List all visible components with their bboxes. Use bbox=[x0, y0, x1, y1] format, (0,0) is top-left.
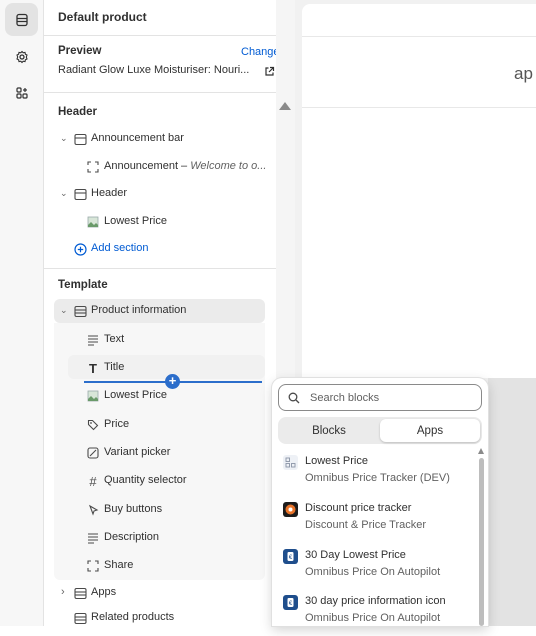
sections-rail-button[interactable] bbox=[5, 3, 38, 36]
text-lines-icon bbox=[86, 531, 100, 545]
gear-icon bbox=[15, 50, 28, 63]
chevron-right-icon[interactable]: › bbox=[61, 586, 65, 598]
app-block-item[interactable]: Lowest Price Omnibus Price Tracker (DEV) bbox=[272, 450, 477, 496]
change-preview-link[interactable]: Change bbox=[241, 46, 280, 58]
app-block-item[interactable]: Discount price tracker Discount & Price … bbox=[272, 497, 477, 543]
announcement-detail: Welcome to o... bbox=[190, 160, 267, 172]
divider bbox=[44, 268, 276, 269]
divider bbox=[302, 36, 536, 37]
section-icon bbox=[73, 586, 87, 600]
icon-rail bbox=[0, 0, 44, 626]
divider bbox=[302, 107, 536, 108]
cursor-click-icon bbox=[86, 503, 100, 517]
block-title[interactable]: Title bbox=[104, 361, 124, 373]
grid-app-icon bbox=[283, 455, 298, 470]
autopilot-app-icon: € bbox=[283, 549, 298, 564]
section-icon bbox=[73, 304, 87, 318]
preview-product-name: Radiant Glow Luxe Moisturiser: Nouri... bbox=[58, 64, 250, 76]
settings-rail-button[interactable] bbox=[5, 40, 38, 73]
scroll-up-arrow-icon[interactable] bbox=[279, 102, 291, 110]
sections-icon bbox=[15, 13, 28, 26]
scroll-up-arrow-icon[interactable] bbox=[478, 448, 484, 454]
insert-block-plus-icon[interactable]: + bbox=[165, 374, 180, 389]
section-icon bbox=[73, 132, 87, 146]
chevron-down-icon[interactable]: ⌄ bbox=[60, 188, 68, 199]
block-buy-buttons[interactable]: Buy buttons bbox=[104, 503, 162, 515]
template-group-title: Template bbox=[58, 279, 108, 291]
preview-frame: ap bbox=[302, 4, 536, 378]
block-description[interactable]: Description bbox=[104, 531, 159, 543]
app-block-source: Discount & Price Tracker bbox=[305, 519, 427, 531]
tab-blocks[interactable]: Blocks bbox=[280, 419, 378, 442]
external-link-icon[interactable] bbox=[262, 64, 276, 78]
block-quantity-selector[interactable]: Quantity selector bbox=[104, 474, 187, 486]
search-placeholder: Search blocks bbox=[310, 392, 380, 404]
section-announcement-bar[interactable]: Announcement bar bbox=[91, 132, 184, 144]
section-product-information[interactable]: Product information bbox=[91, 304, 186, 316]
app-block-item[interactable]: € 30 day price information icon Omnibus … bbox=[272, 590, 477, 636]
section-header[interactable]: Header bbox=[91, 187, 127, 199]
preview-label: Preview bbox=[58, 45, 102, 57]
announcement-name: Announcement bbox=[104, 160, 178, 172]
app-block-name: Discount price tracker bbox=[305, 502, 412, 514]
divider bbox=[44, 35, 276, 36]
text-lines-icon bbox=[86, 333, 100, 347]
autopilot-app-icon: € bbox=[283, 595, 298, 610]
image-icon bbox=[86, 389, 100, 403]
image-icon bbox=[86, 215, 100, 229]
section-icon bbox=[73, 611, 87, 625]
block-share[interactable]: Share bbox=[104, 559, 133, 571]
block-tabs: Blocks Apps bbox=[278, 417, 482, 444]
section-apps[interactable]: Apps bbox=[91, 586, 116, 598]
app-block-source: Omnibus Price On Autopilot bbox=[305, 566, 441, 578]
block-icon bbox=[86, 559, 100, 573]
app-block-name: 30 Day Lowest Price bbox=[305, 549, 406, 561]
title-icon: T bbox=[89, 360, 97, 376]
divider bbox=[44, 92, 276, 93]
price-tag-icon bbox=[86, 418, 100, 432]
preview-placeholder bbox=[488, 378, 536, 626]
search-icon bbox=[288, 392, 300, 404]
header-group-title: Header bbox=[58, 106, 97, 118]
chevron-down-icon[interactable]: ⌄ bbox=[60, 305, 68, 316]
chevron-down-icon[interactable]: ⌄ bbox=[60, 133, 68, 144]
block-picker-popover: Search blocks Blocks Apps Lowest Price O… bbox=[272, 378, 488, 626]
block-header-lowest-price[interactable]: Lowest Price bbox=[104, 215, 167, 227]
preview-text: ap bbox=[514, 64, 533, 83]
tab-apps[interactable]: Apps bbox=[380, 419, 480, 442]
block-lowest-price[interactable]: Lowest Price bbox=[104, 389, 167, 401]
app-block-source: Omnibus Price On Autopilot bbox=[305, 612, 441, 624]
block-announcement[interactable]: Announcement – Welcome to o... bbox=[104, 160, 266, 172]
page-title: Default product bbox=[58, 10, 147, 24]
block-text[interactable]: Text bbox=[104, 333, 124, 345]
block-price[interactable]: Price bbox=[104, 418, 129, 430]
variant-picker-icon bbox=[86, 446, 100, 460]
app-block-name: 30 day price information icon bbox=[305, 595, 446, 607]
discount-tracker-app-icon bbox=[283, 502, 298, 517]
section-related-products[interactable]: Related products bbox=[91, 611, 174, 623]
popup-scrollbar[interactable] bbox=[478, 446, 485, 626]
hash-icon: # bbox=[89, 473, 97, 489]
block-variant-picker[interactable]: Variant picker bbox=[104, 446, 170, 458]
app-block-item[interactable]: € 30 Day Lowest Price Omnibus Price On A… bbox=[272, 544, 477, 590]
apps-rail-button[interactable] bbox=[5, 76, 38, 109]
add-section-button[interactable]: Add section bbox=[91, 242, 148, 254]
apps-icon bbox=[15, 86, 28, 99]
scrollbar-thumb[interactable] bbox=[479, 458, 484, 626]
plus-circle-icon bbox=[73, 242, 87, 256]
block-icon bbox=[86, 160, 100, 174]
app-block-name: Lowest Price bbox=[305, 455, 368, 467]
app-block-source: Omnibus Price Tracker (DEV) bbox=[305, 472, 450, 484]
search-blocks-input[interactable]: Search blocks bbox=[278, 384, 482, 411]
section-icon bbox=[73, 187, 87, 201]
